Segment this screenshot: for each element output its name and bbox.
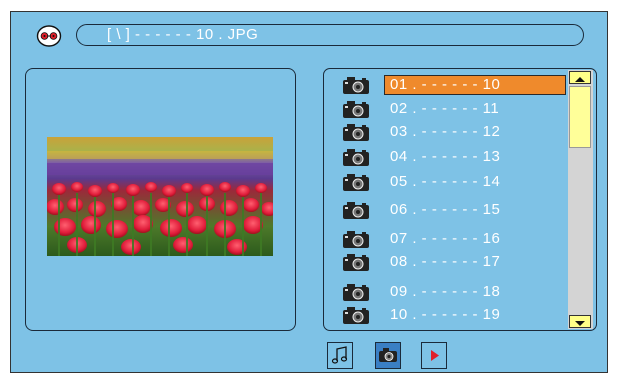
- file-name-label: 05 . - - - - - - 14: [390, 173, 501, 190]
- file-name-label: 03 . - - - - - - 12: [390, 123, 501, 140]
- scrollbar[interactable]: [568, 70, 593, 329]
- camera-icon: [340, 305, 372, 325]
- file-name-label: 04 . - - - - - - 13: [390, 148, 501, 165]
- camera-icon: [340, 252, 372, 272]
- camera-icon: [379, 348, 397, 362]
- file-list-item[interactable]: 05 . - - - - - - 14: [340, 172, 570, 192]
- file-name-label: 09 . - - - - - - 18: [390, 283, 501, 300]
- music-mode-button[interactable]: [327, 342, 353, 369]
- file-list-item[interactable]: 03 . - - - - - - 12: [340, 122, 570, 142]
- scroll-down-button[interactable]: [569, 315, 591, 328]
- camera-icon: [340, 147, 372, 167]
- photo-mode-button[interactable]: [375, 342, 401, 369]
- file-list-item[interactable]: 07 . - - - - - - 16: [340, 229, 570, 249]
- media-browser-screen: [ \ ] - - - - - - 10 . JPG 01 . - - - - …: [0, 0, 620, 383]
- camera-icon: [340, 75, 372, 95]
- camera-icon: [340, 200, 372, 220]
- file-list-item[interactable]: 10 . - - - - - - 19: [340, 305, 570, 325]
- file-list-item[interactable]: 02 . - - - - - - 11: [340, 99, 570, 119]
- file-name-label: 01 . - - - - - - 10: [384, 75, 566, 95]
- play-icon: [431, 350, 439, 361]
- path-bar: [ \ ] - - - - - - 10 . JPG: [76, 24, 584, 46]
- file-name-label: 02 . - - - - - - 11: [390, 100, 500, 117]
- play-mode-button[interactable]: [421, 342, 447, 369]
- music-note-icon: [331, 346, 348, 364]
- camera-icon: [340, 282, 372, 302]
- file-list-item[interactable]: 08 . - - - - - - 17: [340, 252, 570, 272]
- disc-icon: [36, 25, 62, 47]
- file-list-item[interactable]: 06 . - - - - - - 15: [340, 200, 570, 220]
- scroll-thumb[interactable]: [569, 86, 591, 148]
- arrow-up-icon: [575, 77, 585, 82]
- file-list-item[interactable]: 09 . - - - - - - 18: [340, 282, 570, 302]
- camera-icon: [340, 172, 372, 192]
- tulip-photo: [47, 137, 273, 256]
- scroll-up-button[interactable]: [569, 71, 591, 84]
- file-name-label: 10 . - - - - - - 19: [390, 306, 501, 323]
- camera-icon: [340, 229, 372, 249]
- file-name-label: 07 . - - - - - - 16: [390, 230, 501, 247]
- file-name-label: 06 . - - - - - - 15: [390, 201, 501, 218]
- file-list-item[interactable]: 04 . - - - - - - 13: [340, 147, 570, 167]
- camera-icon: [340, 122, 372, 142]
- arrow-down-icon: [575, 321, 585, 326]
- file-name-label: 08 . - - - - - - 17: [390, 253, 501, 270]
- file-list-item[interactable]: 01 . - - - - - - 10: [340, 75, 570, 95]
- camera-icon: [340, 99, 372, 119]
